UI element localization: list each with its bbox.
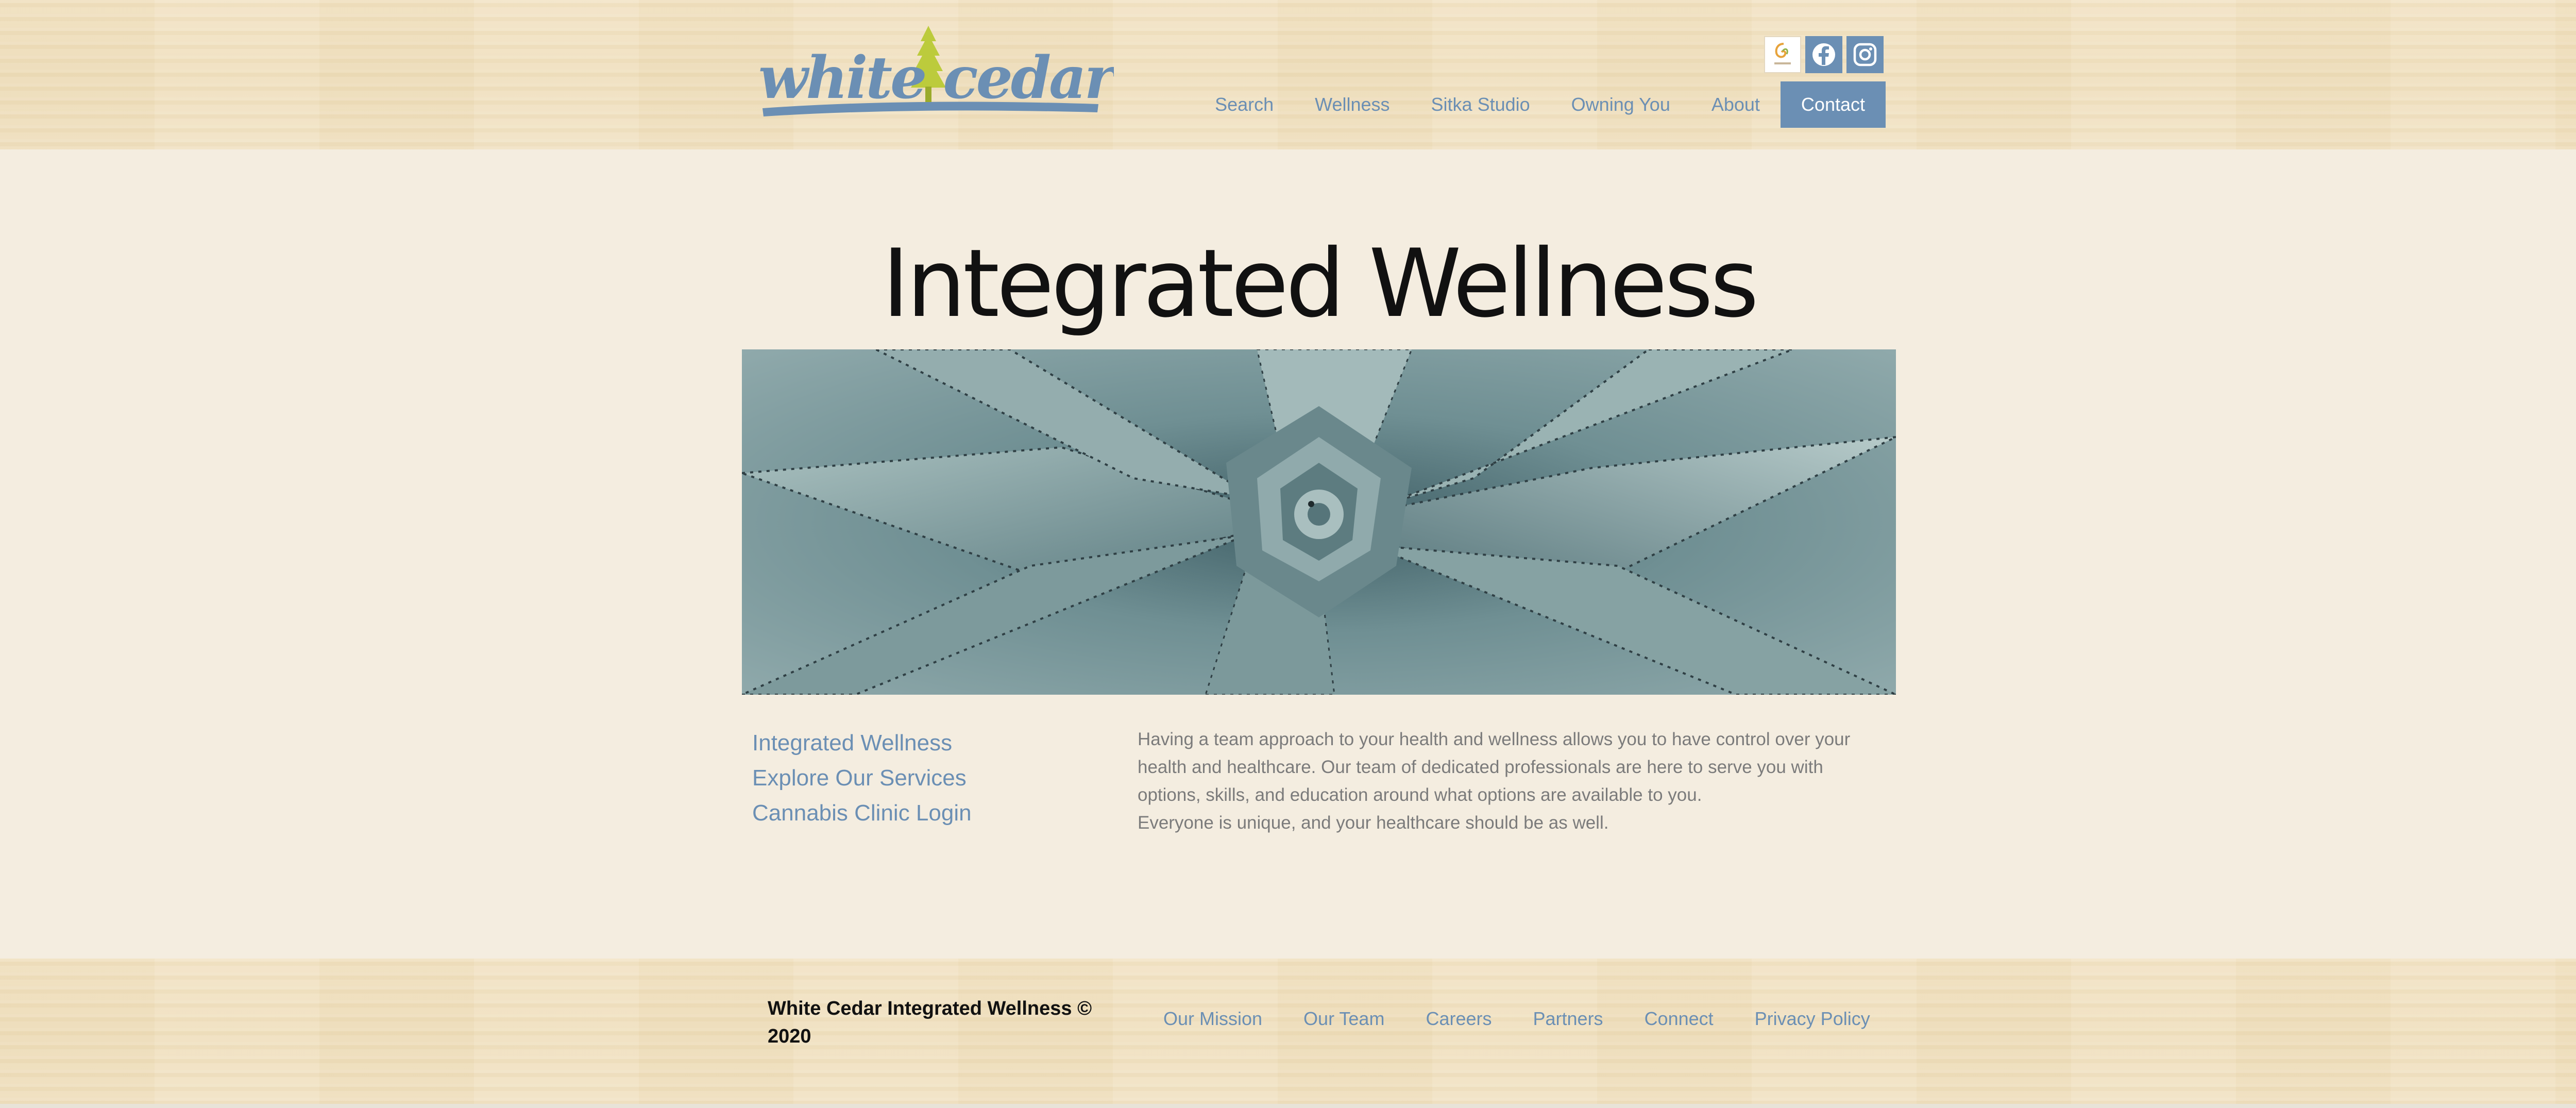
social-links xyxy=(1764,36,1884,73)
integrated-logo-icon xyxy=(1774,43,1791,64)
white-cedar-logo[interactable]: white cedar xyxy=(753,21,1121,124)
facebook-link[interactable] xyxy=(1805,36,1842,73)
agave-succulent-photo xyxy=(742,349,1896,695)
main-nav: Search Wellness Sitka Studio Owning You … xyxy=(1194,81,1886,128)
intro-paragraph: Having a team approach to your health an… xyxy=(1138,729,1851,805)
footer-copyright: White Cedar Integrated Wellness © 2020 xyxy=(768,998,1092,1047)
footer-link-our-team[interactable]: Our Team xyxy=(1283,1005,1405,1033)
hero-image xyxy=(742,349,1896,695)
nav-item-sitka-studio[interactable]: Sitka Studio xyxy=(1411,81,1551,128)
footer-link-connect[interactable]: Connect xyxy=(1624,1005,1734,1033)
site-header: white cedar Search Wellness Sitka Studio… xyxy=(0,0,2576,149)
nav-item-contact[interactable]: Contact xyxy=(1780,81,1886,128)
integrated-logo-link[interactable] xyxy=(1764,36,1801,73)
nav-item-owning-you[interactable]: Owning You xyxy=(1551,81,1691,128)
page-title: Integrated Wellness xyxy=(882,229,1759,338)
instagram-icon xyxy=(1853,43,1877,66)
nav-item-wellness[interactable]: Wellness xyxy=(1294,81,1410,128)
side-link-explore-services[interactable]: Explore Our Services xyxy=(752,761,1072,796)
footer-nav: Our Mission Our Team Careers Partners Co… xyxy=(1143,1005,1891,1033)
logo-text: white cedar xyxy=(758,44,1114,112)
footer-link-careers[interactable]: Careers xyxy=(1405,1005,1512,1033)
facebook-icon xyxy=(1812,43,1835,66)
side-link-cannabis-clinic-login[interactable]: Cannabis Clinic Login xyxy=(752,796,1072,831)
footer-link-partners[interactable]: Partners xyxy=(1513,1005,1624,1033)
site-footer: White Cedar Integrated Wellness © 2020 O… xyxy=(0,959,2576,1104)
intro-tagline: Everyone is unique, and your healthcare … xyxy=(1138,813,1609,833)
main-content: Integrated Wellness Integrated Wellness … xyxy=(0,149,2576,959)
side-links: Integrated Wellness Explore Our Services… xyxy=(752,726,1072,831)
page-bottom-bar xyxy=(0,1104,2576,1108)
instagram-link[interactable] xyxy=(1846,36,1884,73)
nav-item-search[interactable]: Search xyxy=(1194,81,1294,128)
side-link-integrated-wellness[interactable]: Integrated Wellness xyxy=(752,726,1072,761)
nav-item-about[interactable]: About xyxy=(1691,81,1781,128)
footer-link-our-mission[interactable]: Our Mission xyxy=(1143,1005,1283,1033)
footer-link-privacy-policy[interactable]: Privacy Policy xyxy=(1734,1005,1891,1033)
intro-text: Having a team approach to your health an… xyxy=(1138,726,1890,837)
